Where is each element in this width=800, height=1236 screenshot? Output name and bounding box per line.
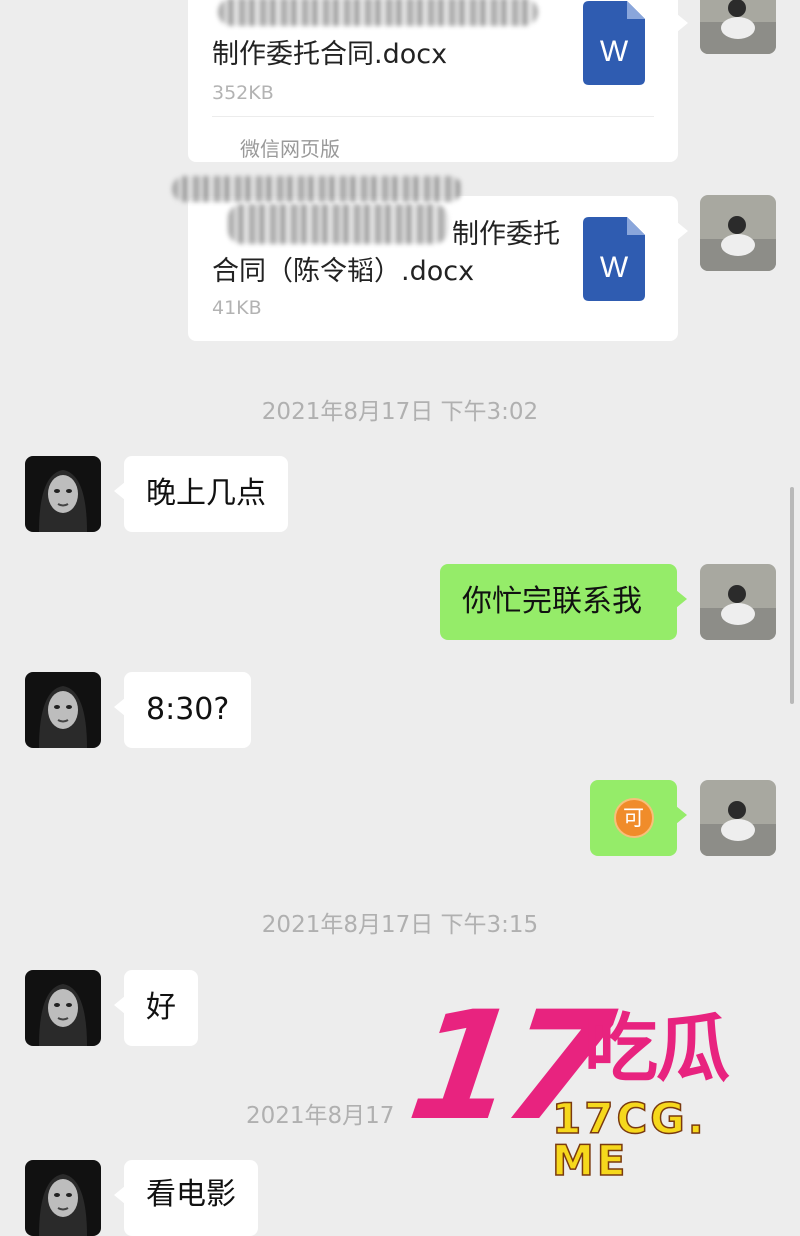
watermark-domain: 17CG. ME	[551, 1094, 707, 1185]
contact-avatar[interactable]	[25, 970, 101, 1046]
redacted-text	[228, 204, 448, 244]
timestamp: 2021年8月17	[246, 1103, 395, 1129]
file-size: 352KB	[212, 82, 274, 104]
contact-avatar[interactable]	[25, 672, 101, 748]
watermark-logo-text: 吃瓜	[584, 1006, 730, 1092]
file-name-line2: 合同（陈令韬）.docx	[212, 256, 475, 287]
svg-text:W: W	[600, 251, 629, 284]
redacted-text	[218, 0, 538, 26]
my-avatar[interactable]	[700, 0, 776, 54]
scrollbar[interactable]	[790, 487, 794, 704]
redacted-text	[172, 176, 462, 202]
message-bubble-outgoing[interactable]: 你忙完联系我	[440, 564, 687, 640]
emoji-sticker: 可	[613, 798, 654, 838]
word-doc-icon: W	[583, 1, 645, 85]
contact-avatar[interactable]	[25, 1160, 101, 1236]
message-bubble-incoming[interactable]: 看电影	[114, 1160, 258, 1236]
timestamp: 2021年8月17日 下午3:15	[261, 912, 539, 938]
contact-avatar[interactable]	[25, 456, 101, 532]
timestamp: 2021年8月17日 下午3:02	[261, 399, 539, 425]
divider	[212, 116, 654, 117]
file-message-card-2[interactable]: 制作委托 合同（陈令韬）.docx 41KB W	[188, 196, 688, 341]
message-bubble-incoming[interactable]: 8:30?	[113, 672, 252, 748]
file-source: 微信网页版	[240, 137, 340, 161]
file-name: 制作委托合同.docx	[212, 39, 448, 70]
file-name-line1: 制作委托	[452, 219, 560, 250]
message-bubble-outgoing[interactable]: 可	[590, 780, 687, 856]
file-message-card-1[interactable]: 制作委托合同.docx 352KB W 微信网页版	[188, 0, 688, 162]
word-doc-icon: W	[583, 217, 645, 301]
message-bubble-incoming[interactable]: 好	[114, 970, 198, 1046]
my-avatar[interactable]	[700, 195, 776, 271]
my-avatar[interactable]	[700, 564, 776, 640]
my-avatar[interactable]	[700, 780, 776, 856]
svg-text:W: W	[600, 35, 629, 68]
file-size: 41KB	[212, 297, 262, 319]
message-bubble-incoming[interactable]: 晚上几点	[114, 456, 288, 532]
